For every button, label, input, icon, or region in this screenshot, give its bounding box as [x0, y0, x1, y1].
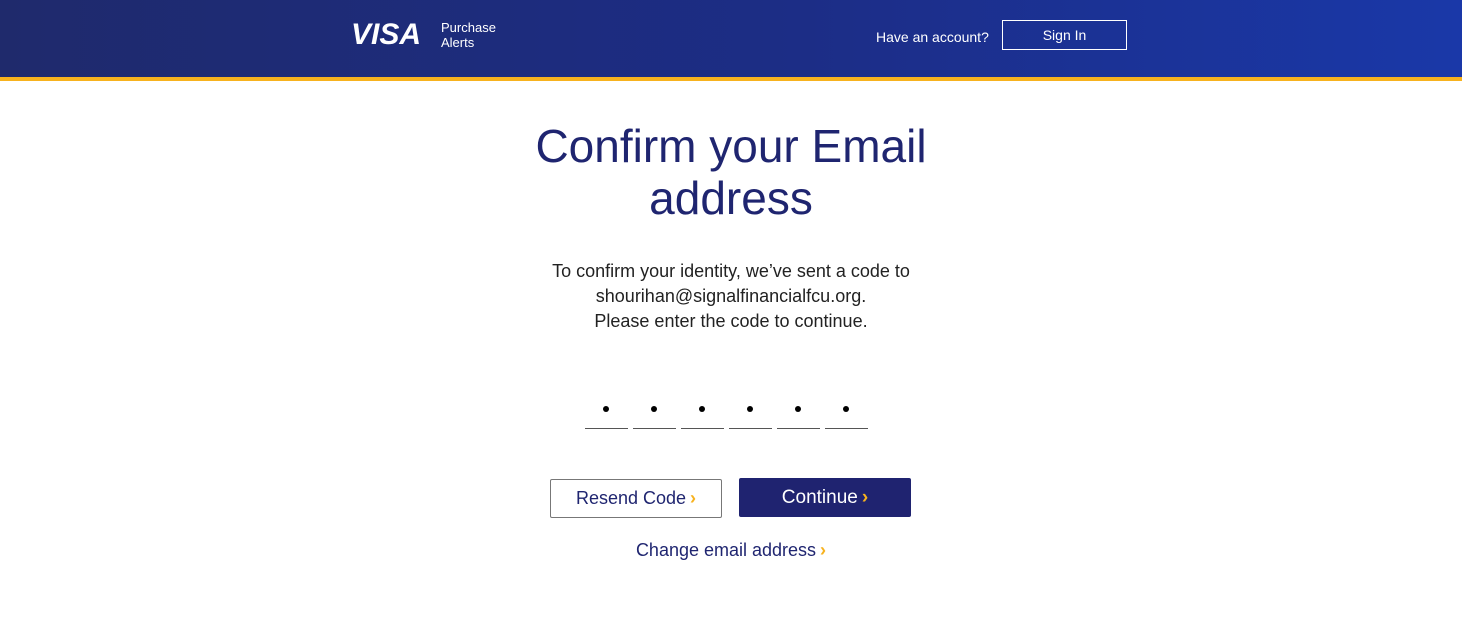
page-title: Confirm your Email address [431, 120, 1031, 224]
change-email-label: Change email address [635, 540, 817, 560]
logo-subtitle-line1: Purchase [441, 20, 496, 35]
page-title-line2: address [649, 172, 813, 224]
continue-button[interactable]: Continue › [739, 478, 911, 517]
code-digit-input-6[interactable] [825, 392, 868, 429]
code-digit-input-4[interactable] [729, 392, 772, 429]
code-digit-input-5[interactable] [777, 392, 820, 429]
account-prompt: Have an account? [876, 29, 989, 45]
chevron-right-icon: › [690, 488, 697, 508]
header-accent-stripe [0, 77, 1462, 81]
message-line3: Please enter the code to continue. [594, 311, 868, 331]
message-email: shourihan@signalfinancialfcu.org. [595, 286, 867, 306]
masked-digit-dot [795, 406, 801, 412]
chevron-right-icon: › [820, 540, 827, 560]
resend-code-button[interactable]: Resend Code › [550, 479, 722, 518]
masked-digit-dot [699, 406, 705, 412]
masked-digit-dot [747, 406, 753, 412]
visa-logo-wordmark: VISA [351, 18, 422, 51]
chevron-right-icon: › [861, 487, 869, 508]
continue-label: Continue [781, 487, 858, 508]
code-digit-input-3[interactable] [681, 392, 724, 429]
code-digit-input-2[interactable] [633, 392, 676, 429]
masked-digit-dot [843, 406, 849, 412]
logo-subtitle: Purchase Alerts [441, 20, 521, 50]
sign-in-button[interactable]: Sign In [1002, 20, 1127, 50]
masked-digit-dot [651, 406, 657, 412]
code-digit-input-1[interactable] [585, 392, 628, 429]
masked-digit-dot [603, 406, 609, 412]
page-title-line1: Confirm your Email [535, 120, 927, 172]
site-header: VISA Purchase Alerts Have an account? Si… [0, 0, 1462, 77]
message-line1: To confirm your identity, we’ve sent a c… [552, 261, 910, 281]
logo-subtitle-line2: Alerts [441, 35, 475, 50]
resend-code-label: Resend Code [575, 488, 687, 508]
confirmation-message: To confirm your identity, we’ve sent a c… [431, 259, 1031, 334]
verification-code-input-group [585, 392, 873, 430]
change-email-link[interactable]: Change email address › [431, 538, 1031, 562]
